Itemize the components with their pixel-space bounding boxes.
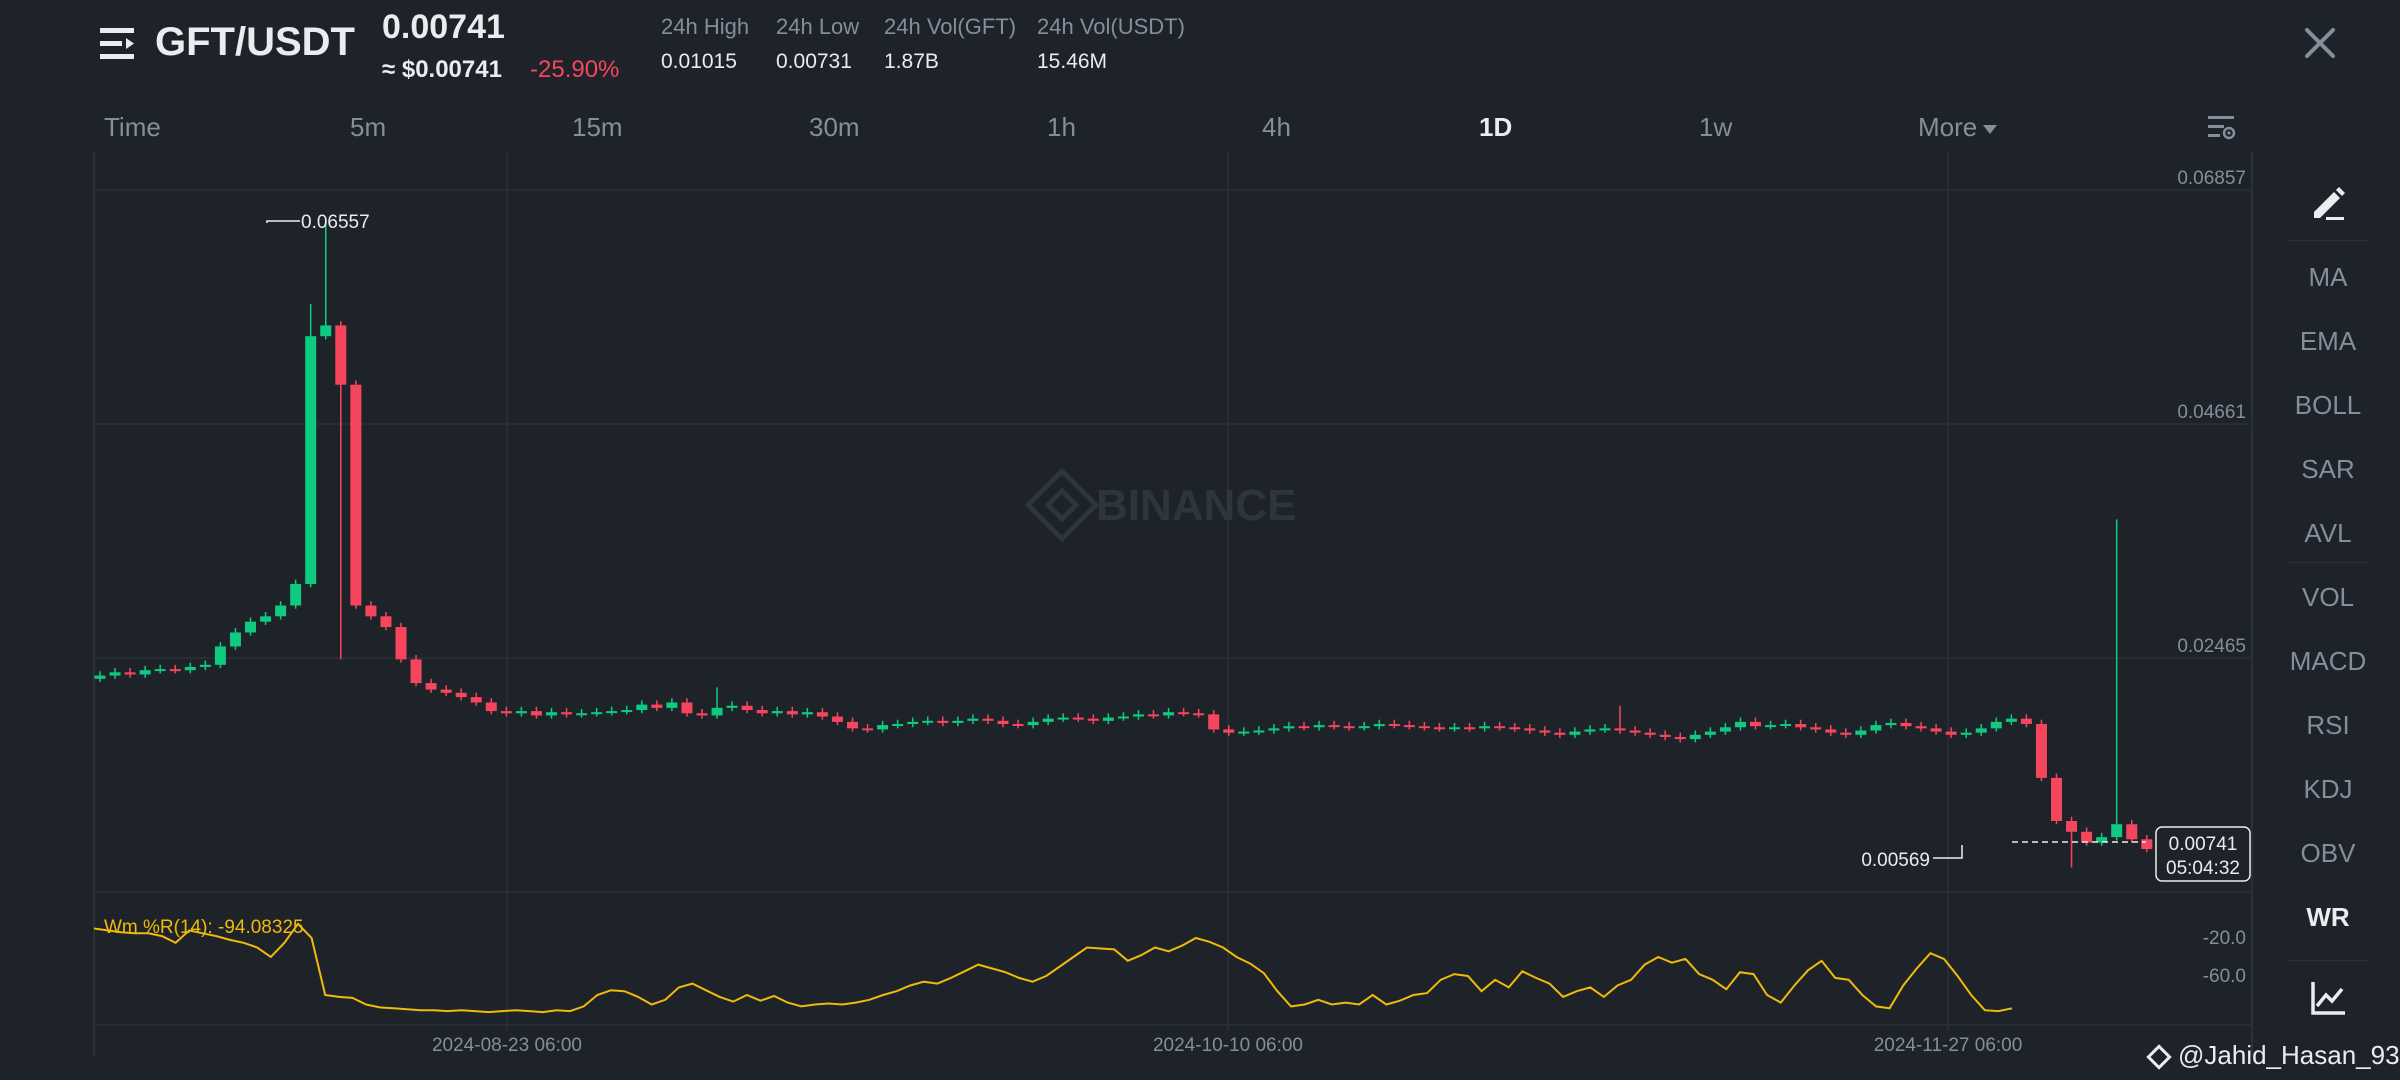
candlestick-chart[interactable]: BINANCE 0.06857 0.04661 0.02465 0.06557 … [0, 152, 2270, 1058]
interval-tabs: Time 5m 15m 30m 1h 4h 1D 1w More [0, 104, 2260, 152]
last-price-value: 0.00741 [2169, 834, 2238, 855]
stat-label: 24h Vol(USDT) [1037, 14, 1185, 39]
last-price-tag: 0.00741 05:04:32 [2155, 826, 2251, 882]
chevron-down-icon [1983, 124, 1998, 134]
sidebar-item-macd[interactable]: MACD [2282, 646, 2374, 677]
sidebar-item-ma[interactable]: MA [2282, 262, 2374, 293]
wr-line [93, 922, 2013, 1014]
stat-value: 0.00731 [776, 50, 852, 73]
stat-value: 1.87B [884, 50, 939, 73]
candles [94, 222, 2153, 868]
tab-1w[interactable]: 1w [1699, 112, 1732, 143]
sidebar-item-obv[interactable]: OBV [2282, 838, 2374, 869]
indicator-axis-label: -20.0 [2203, 928, 2246, 949]
indicator-label: Wm %R(14): -94.08325 [104, 917, 304, 938]
sidebar-item-vol[interactable]: VOL [2282, 582, 2374, 613]
binance-logo-icon [2146, 1044, 2172, 1070]
tab-1h[interactable]: 1h [1047, 112, 1076, 143]
menu-icon[interactable] [100, 26, 138, 62]
stat-label: 24h High [661, 14, 750, 39]
usd-price: ≈ $0.00741 [382, 56, 502, 83]
binance-logo-icon [1024, 467, 1100, 543]
price-axis-label: 0.04661 [2177, 402, 2246, 423]
low-label: 0.00569 [1861, 850, 1930, 871]
line-chart-icon[interactable] [2308, 978, 2348, 1018]
stat-24h-vol-gft: 24h Vol(GFT) 1.87B [884, 14, 1016, 74]
high-label: 0.06557 [301, 212, 370, 233]
tab-more-label: More [1918, 112, 1978, 142]
indicator-axis-label: -60.0 [2203, 966, 2246, 987]
header: GFT/USDT 0.00741 ≈ $0.00741 -25.90% 24h … [0, 0, 2400, 100]
sidebar-divider [2288, 240, 2368, 241]
tab-1d[interactable]: 1D [1479, 112, 1512, 143]
x-axis-label: 2024-11-27 06:00 [1874, 1035, 2023, 1056]
close-icon[interactable] [2303, 26, 2337, 60]
tab-more[interactable]: More [1918, 112, 1998, 143]
price-axis-label: 0.02465 [2177, 636, 2246, 657]
sidebar-item-sar[interactable]: SAR [2282, 454, 2374, 485]
tab-time[interactable]: Time [104, 112, 161, 143]
pencil-icon[interactable] [2308, 182, 2348, 222]
x-axis-label: 2024-10-10 06:00 [1153, 1035, 1303, 1056]
stat-24h-low: 24h Low 0.00731 [776, 14, 859, 74]
stat-24h-high: 24h High 0.01015 [661, 14, 749, 74]
tab-4h[interactable]: 4h [1262, 112, 1291, 143]
indicator-sidebar: MA EMA BOLL SAR AVL VOL MACD RSI KDJ OBV… [2282, 152, 2374, 1032]
tab-15m[interactable]: 15m [572, 112, 623, 143]
x-axis-label: 2024-08-23 06:00 [432, 1035, 582, 1056]
chart-settings-icon[interactable] [2205, 111, 2237, 143]
binance-watermark: BINANCE [1024, 467, 1296, 543]
high-marker: 0.06557 [266, 212, 370, 233]
low-marker: 0.00569 [1861, 845, 1963, 871]
stat-24h-vol-usdt: 24h Vol(USDT) 15.46M [1037, 14, 1185, 74]
stat-label: 24h Vol(GFT) [884, 14, 1017, 39]
price-change: -25.90% [530, 56, 620, 83]
watermark-text: BINANCE [1096, 481, 1296, 530]
stat-value: 0.01015 [661, 50, 737, 73]
tab-30m[interactable]: 30m [809, 112, 860, 143]
credit-text: @Jahid_Hasan_93 [2178, 1040, 2400, 1070]
sidebar-divider [2288, 960, 2368, 961]
sidebar-item-wr[interactable]: WR [2282, 902, 2374, 933]
sidebar-item-ema[interactable]: EMA [2282, 326, 2374, 357]
countdown: 05:04:32 [2166, 858, 2240, 879]
sidebar-item-boll[interactable]: BOLL [2282, 390, 2374, 421]
sidebar-item-avl[interactable]: AVL [2282, 518, 2374, 549]
stat-label: 24h Low [776, 14, 860, 39]
chart-area[interactable]: BINANCE 0.06857 0.04661 0.02465 0.06557 … [0, 152, 2270, 1058]
sidebar-divider [2288, 562, 2368, 563]
sidebar-item-rsi[interactable]: RSI [2282, 710, 2374, 741]
credit: @Jahid_Hasan_93 [2146, 1040, 2400, 1071]
tab-5m[interactable]: 5m [350, 112, 386, 143]
price-axis-label: 0.06857 [2177, 168, 2246, 189]
pair-title[interactable]: GFT/USDT [155, 20, 355, 65]
last-price: 0.00741 [382, 8, 505, 46]
stat-value: 15.46M [1037, 50, 1108, 73]
sidebar-item-kdj[interactable]: KDJ [2282, 774, 2374, 805]
